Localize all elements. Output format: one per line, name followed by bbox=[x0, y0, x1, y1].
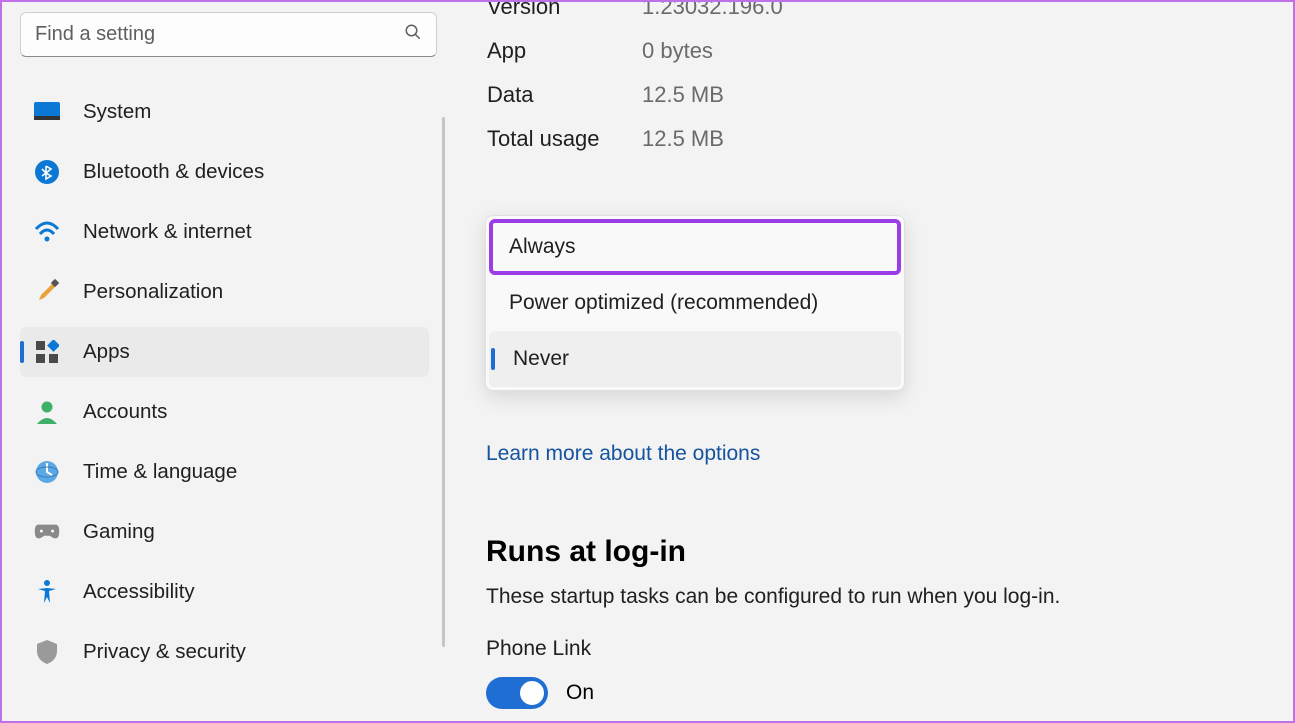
dropdown-option-label: Never bbox=[509, 347, 569, 370]
info-label-data: Data bbox=[487, 82, 642, 108]
sidebar-item-label: Privacy & security bbox=[83, 640, 246, 664]
sidebar-item-accounts[interactable]: Accounts bbox=[20, 387, 429, 437]
section-title: Runs at log-in bbox=[486, 535, 1060, 569]
sidebar-item-network[interactable]: Network & internet bbox=[20, 207, 429, 257]
sidebar-item-privacy[interactable]: Privacy & security bbox=[20, 627, 429, 677]
sidebar-item-system[interactable]: System bbox=[20, 87, 429, 137]
sidebar-item-gaming[interactable]: Gaming bbox=[20, 507, 429, 557]
sidebar-item-apps[interactable]: Apps bbox=[20, 327, 429, 377]
clock-globe-icon bbox=[34, 459, 60, 485]
info-label-version: Version bbox=[487, 2, 642, 20]
phone-link-toggle[interactable] bbox=[486, 677, 548, 709]
app-info-table: Version 1.23032.196.0 App 0 bytes Data 1… bbox=[487, 2, 1263, 152]
wifi-icon bbox=[34, 219, 60, 245]
info-label-total: Total usage bbox=[487, 126, 642, 152]
runs-at-login-section: Runs at log-in These startup tasks can b… bbox=[486, 535, 1060, 709]
sidebar-item-personalization[interactable]: Personalization bbox=[20, 267, 429, 317]
sidebar-item-label: Personalization bbox=[83, 280, 223, 304]
dropdown-option-label: Power optimized (recommended) bbox=[509, 291, 818, 314]
info-value-app: 0 bytes bbox=[642, 38, 1263, 64]
background-permissions-dropdown[interactable]: Always Power optimized (recommended) Nev… bbox=[485, 215, 905, 391]
search-input[interactable] bbox=[35, 23, 404, 46]
info-label-app: App bbox=[487, 38, 642, 64]
settings-sidebar: System Bluetooth & devices Network & int… bbox=[2, 2, 447, 721]
paintbrush-icon bbox=[34, 279, 60, 305]
sidebar-item-label: Network & internet bbox=[83, 220, 252, 244]
sidebar-item-label: Time & language bbox=[83, 460, 237, 484]
sidebar-item-label: System bbox=[83, 100, 151, 124]
sidebar-item-label: Accounts bbox=[83, 400, 167, 424]
person-icon bbox=[34, 399, 60, 425]
shield-icon bbox=[34, 639, 60, 665]
scrollbar-track[interactable] bbox=[442, 117, 445, 647]
gamepad-icon bbox=[34, 519, 60, 545]
dropdown-option-never[interactable]: Never bbox=[489, 331, 901, 387]
sidebar-item-label: Apps bbox=[83, 340, 130, 364]
toggle-state-label: On bbox=[566, 681, 594, 705]
accessibility-icon bbox=[34, 579, 60, 605]
sidebar-item-accessibility[interactable]: Accessibility bbox=[20, 567, 429, 617]
section-description: These startup tasks can be configured to… bbox=[486, 585, 1060, 609]
info-value-total: 12.5 MB bbox=[642, 126, 1263, 152]
startup-task-toggle-row: On bbox=[486, 677, 1060, 709]
sidebar-item-label: Gaming bbox=[83, 520, 155, 544]
dropdown-option-label: Always bbox=[509, 235, 576, 258]
dropdown-option-power-optimized[interactable]: Power optimized (recommended) bbox=[489, 275, 901, 331]
system-icon bbox=[34, 99, 60, 125]
info-value-version: 1.23032.196.0 bbox=[642, 2, 1263, 20]
search-icon bbox=[404, 23, 422, 46]
sidebar-item-bluetooth[interactable]: Bluetooth & devices bbox=[20, 147, 429, 197]
startup-task-label: Phone Link bbox=[486, 637, 1060, 661]
sidebar-item-time-language[interactable]: Time & language bbox=[20, 447, 429, 497]
bluetooth-icon bbox=[34, 159, 60, 185]
search-field-container[interactable] bbox=[20, 12, 437, 57]
info-value-data: 12.5 MB bbox=[642, 82, 1263, 108]
settings-nav: System Bluetooth & devices Network & int… bbox=[20, 87, 429, 677]
dropdown-option-always[interactable]: Always bbox=[489, 219, 901, 275]
apps-icon bbox=[34, 339, 60, 365]
sidebar-item-label: Bluetooth & devices bbox=[83, 160, 264, 184]
sidebar-item-label: Accessibility bbox=[83, 580, 195, 604]
learn-more-block: Learn more about the options bbox=[486, 442, 760, 466]
learn-more-link[interactable]: Learn more about the options bbox=[486, 442, 760, 466]
